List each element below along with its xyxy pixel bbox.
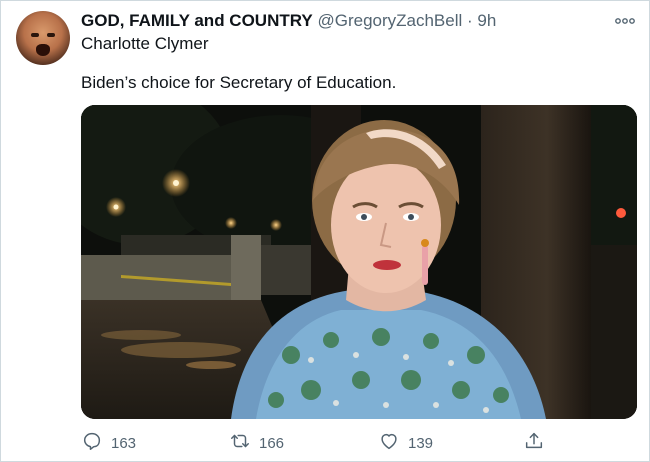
avatar[interactable] [16, 11, 70, 65]
like-button[interactable]: 139 [378, 430, 433, 456]
tweet-subline: Charlotte Clymer [81, 34, 209, 53]
share-button[interactable] [523, 430, 545, 456]
more-dots-icon[interactable] [615, 13, 635, 31]
media-photo [81, 105, 637, 419]
timestamp[interactable]: 9h [477, 11, 496, 30]
tweet-actions: 163 166 139 [81, 430, 561, 454]
separator-dot: · [467, 11, 473, 30]
display-name[interactable]: GOD, FAMILY and COUNTRY [81, 11, 313, 30]
like-count: 139 [408, 434, 434, 452]
like-icon [378, 430, 400, 456]
retweet-count: 166 [259, 434, 285, 452]
retweet-icon [229, 430, 251, 456]
tweet-media-image[interactable] [81, 105, 637, 419]
avatar-eye-right [47, 33, 55, 37]
avatar-eye-left [31, 33, 39, 37]
reply-count: 163 [111, 434, 137, 452]
share-icon [523, 430, 545, 456]
tweet-card: GOD, FAMILY and COUNTRY @GregoryZachBell… [0, 0, 650, 462]
retweet-button[interactable]: 166 [229, 430, 284, 456]
user-handle[interactable]: @GregoryZachBell [317, 11, 462, 30]
tweet-text: Biden’s choice for Secretary of Educatio… [81, 73, 397, 92]
avatar-mouth [36, 44, 50, 56]
reply-icon [81, 430, 103, 456]
reply-button[interactable]: 163 [81, 430, 136, 456]
tweet-header: GOD, FAMILY and COUNTRY @GregoryZachBell… [81, 11, 496, 31]
